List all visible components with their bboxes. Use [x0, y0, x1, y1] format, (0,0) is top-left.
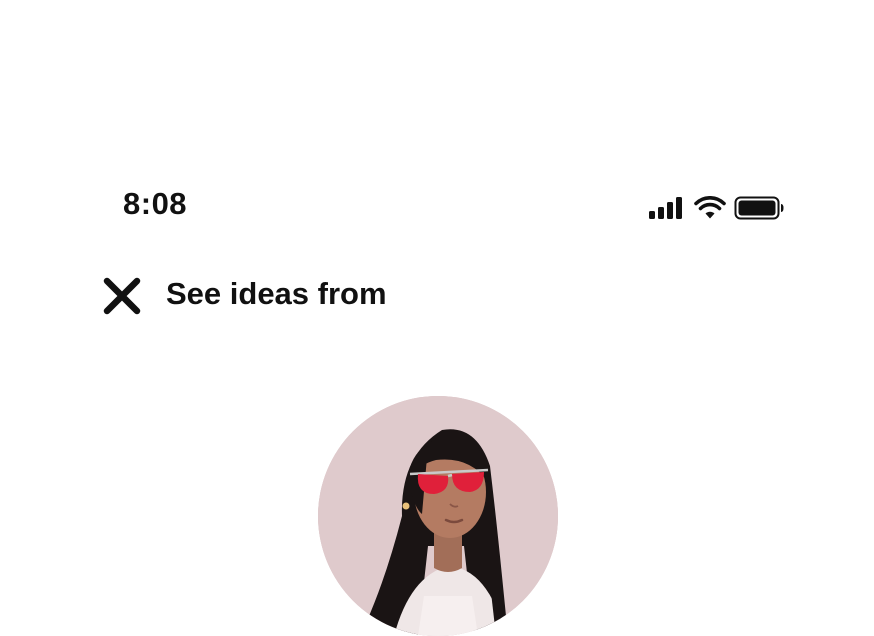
- close-button[interactable]: [98, 274, 146, 318]
- status-time: 8:08: [123, 186, 188, 221]
- profile-photo: [318, 396, 558, 636]
- header-bar: See ideas from: [0, 270, 874, 320]
- close-icon: [103, 277, 141, 315]
- signal-icon: [649, 197, 682, 219]
- wifi-icon: [694, 196, 726, 219]
- status-bar: 8:08: [0, 178, 874, 230]
- profile-avatar[interactable]: [318, 396, 558, 636]
- header-title: See ideas from: [166, 276, 387, 311]
- battery-icon: [734, 196, 784, 220]
